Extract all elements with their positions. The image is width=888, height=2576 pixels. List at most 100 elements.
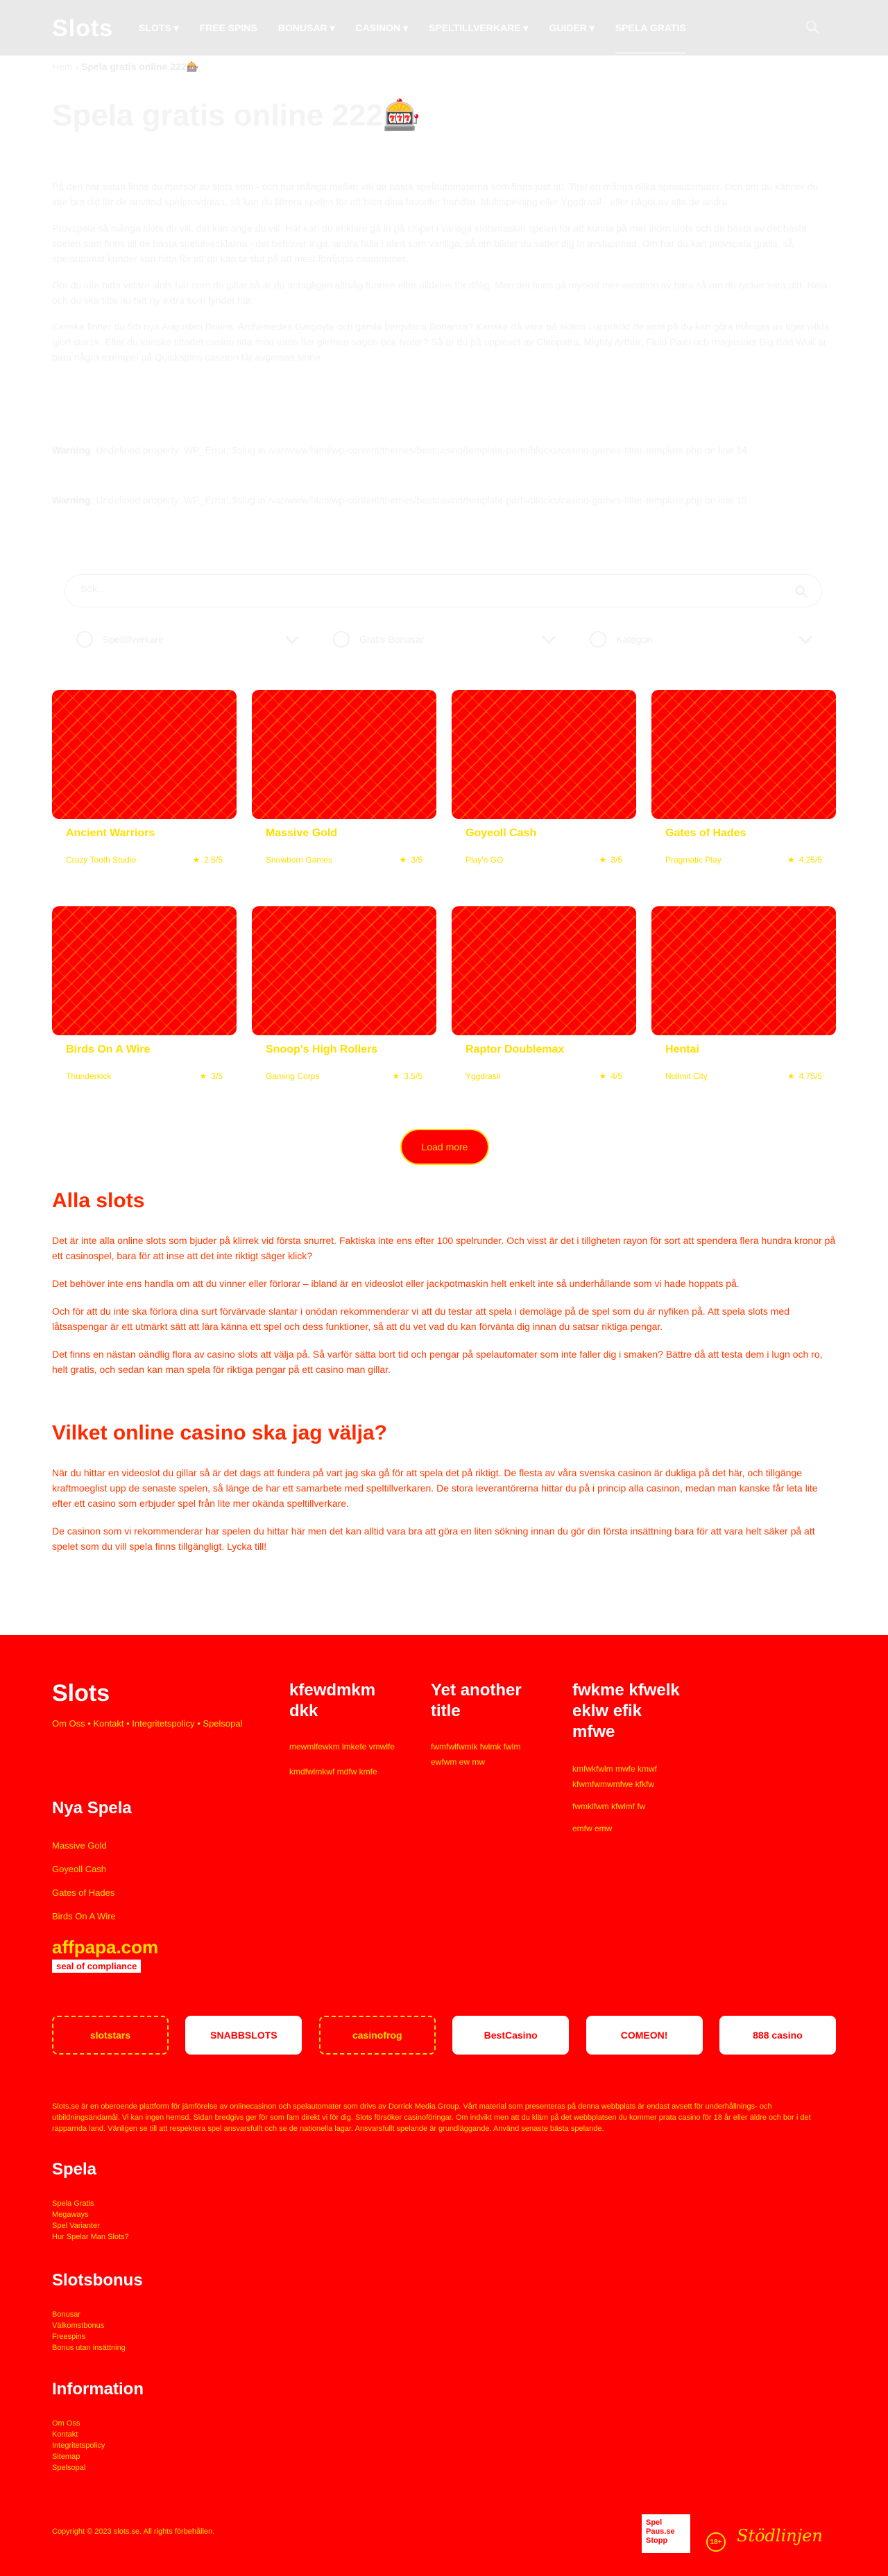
footer-col2-list: fwmfwlfwmlk fwlmk fwlm ewfwm ew mw [431, 1739, 542, 1770]
brand-logo[interactable]: SNABBSLOTS [185, 2016, 302, 2055]
game-title[interactable]: Goyeoll Cash [466, 827, 536, 840]
game-title[interactable]: Snoop's High Rollers [266, 1044, 377, 1056]
brand-logo[interactable]: BestCasino [452, 2016, 570, 2055]
game-title[interactable]: Ancient Warriors [66, 827, 155, 840]
game-title[interactable]: Gates of Hades [665, 827, 746, 840]
footer-spela-title: Spela [52, 2160, 97, 2179]
gift-icon [333, 631, 350, 648]
site-logo[interactable]: Slots [52, 15, 113, 42]
footer-link[interactable]: Spelsopal [52, 2462, 105, 2473]
footer-link[interactable]: fwmklfwm kfwlmf fw [572, 1799, 683, 1814]
footer-link[interactable]: Bonusar [52, 2309, 126, 2320]
brand-logo[interactable]: slotstars [52, 2016, 169, 2055]
affpapa-name: affpapa.com [52, 1937, 159, 1957]
footer-link[interactable]: emfw emw [572, 1821, 683, 1836]
nav-item-guider[interactable]: GUIDER ▾ [549, 22, 594, 34]
footer-link[interactable]: Massive Gold [52, 1834, 116, 1858]
nav-item-free-spins[interactable]: FREE SPINS [200, 22, 257, 33]
footer-link[interactable]: Goyeoll Cash [52, 1858, 116, 1881]
chevron-down-icon [799, 630, 812, 644]
affpapa-seal[interactable]: affpapa.com seal of compliance [52, 1937, 162, 1978]
game-provider: Crazy Tooth Studio [66, 855, 137, 865]
footer-col2-title: Yet another title [431, 1681, 522, 1720]
footer-col1-list: mewmlfewkm lmkefe vmwlfe kmdfwlmkwf mdfw… [289, 1739, 400, 1779]
footer-link[interactable]: mewmlfewkm lmkefe vmwlfe [289, 1739, 400, 1754]
section-title-vilket-casino: Vilket online casino ska jag välja? [52, 1421, 387, 1444]
warning-label: Warning [52, 494, 91, 505]
filter-label: Speltillverkare [103, 634, 164, 645]
footer-link[interactable]: Birds On A Wire [52, 1905, 116, 1928]
footer-link[interactable]: kmfwkfwlm mwfe kmwf kfwmfwmwmfwe kfkfw [572, 1761, 683, 1792]
php-warning: Warning: Undefined property: WP_Error::$… [52, 492, 836, 508]
game-provider: Thunderkick [66, 1071, 112, 1081]
nav-item-casinon[interactable]: CASINON ▾ [356, 22, 408, 34]
game-provider: Pragmatic Play [665, 855, 722, 865]
footer-link[interactable]: Bonus utan insättning [52, 2342, 126, 2353]
game-thumbnail[interactable] [52, 906, 237, 1035]
search-icon[interactable] [794, 584, 809, 599]
game-card[interactable]: Hentai Nolimit City ★ 4.75/5 [651, 906, 836, 1116]
game-card[interactable]: Gates of Hades Pragmatic Play ★ 4.25/5 [651, 690, 836, 899]
game-thumbnail[interactable] [252, 690, 436, 819]
game-title[interactable]: Massive Gold [266, 827, 337, 840]
game-thumbnail[interactable] [651, 690, 836, 819]
game-thumbnail[interactable] [452, 906, 636, 1035]
game-thumbnail[interactable] [252, 906, 436, 1035]
load-more-button[interactable]: Load more [400, 1129, 489, 1165]
breadcrumb-home[interactable]: Hem [52, 61, 73, 72]
footer-link[interactable]: Freespins [52, 2331, 126, 2342]
game-card[interactable]: Snoop's High Rollers Gaming Corps ★ 3.5/5 [252, 906, 436, 1116]
footer-link[interactable]: Välkomstbonus [52, 2320, 126, 2331]
footer-col1-title: kfewdmkm dkk [289, 1681, 376, 1720]
footer-link[interactable]: kmdfwlmkwf mdfw kmfe [289, 1764, 400, 1779]
game-card[interactable]: Ancient Warriors Crazy Tooth Studio ★ 2.5… [52, 690, 237, 899]
game-card[interactable]: Raptor Doublemax Yggdrasil ★ 4/5 [452, 906, 636, 1116]
footer-link[interactable]: fwmfwlfwmlk fwlmk fwlm ewfwm ew mw [431, 1739, 542, 1770]
footer-link[interactable]: Spela Gratis [52, 2198, 129, 2209]
brand-logo[interactable]: casinofrog [318, 2016, 436, 2055]
chevron-down-icon [542, 630, 556, 644]
nav-item-slots[interactable]: SLOTS ▾ [139, 22, 179, 34]
footer-logo[interactable]: Slots [52, 1680, 110, 1707]
footer-link[interactable]: Om Oss [52, 2418, 105, 2429]
footer-link[interactable]: Integritetspolicy [52, 2440, 105, 2451]
game-thumbnail[interactable] [651, 906, 836, 1035]
footer-link[interactable]: Gates of Hades [52, 1881, 116, 1905]
spelpaus-logo[interactable]: Spel Paus.se Stopp [642, 2514, 690, 2553]
brand-logo[interactable]: COMEON! [586, 2016, 703, 2055]
game-card[interactable]: Birds On A Wire Thunderkick ★ 3/5 [52, 906, 237, 1116]
nav-item-spela-gratis[interactable]: SPELA GRATIS [615, 1, 686, 54]
game-title[interactable]: Raptor Doublemax [466, 1044, 564, 1056]
search-icon[interactable] [805, 19, 820, 35]
footer-link[interactable]: Hur Spelar Man Slots? [52, 2231, 129, 2242]
footer-link[interactable]: Kontakt [52, 2429, 105, 2440]
nav-item-speltillverkare[interactable]: SPELTILLVERKARE ▾ [429, 22, 528, 34]
breadcrumb: Hem › Spela gratis online 222🎰 [52, 61, 198, 73]
game-card[interactable]: Massive Gold Snowborn Games ★ 3/5 [252, 690, 436, 899]
footer-top-links[interactable]: Om Oss • Kontakt • Integritetspolicy • S… [52, 1718, 243, 1729]
section-title-alla-slots: Alla slots [52, 1189, 145, 1212]
filter-speltillverkare[interactable]: Speltillverkare [76, 624, 305, 655]
nav-item-bonusar[interactable]: BONUSAR ▾ [278, 22, 335, 34]
stodlinjen-logo[interactable]: Stödlinjen [737, 2526, 823, 2545]
game-rating: ★ 2.5/5 [193, 855, 223, 865]
game-title[interactable]: Hentai [665, 1044, 699, 1056]
game-thumbnail[interactable] [452, 690, 636, 819]
intro-text: På den här sidan finns du massor av slot… [52, 179, 836, 376]
footer-link[interactable]: Spel Varianter [52, 2220, 129, 2231]
game-thumbnail[interactable] [52, 690, 237, 819]
filter-kategori[interactable]: Kategori [590, 624, 819, 655]
star-icon: ★ [599, 1071, 607, 1081]
filter-gratis-bonusar[interactable]: Gratis Bonusar [333, 624, 562, 655]
category-icon [590, 631, 606, 648]
brand-logo[interactable]: 888 casino [719, 2016, 836, 2055]
footer-link[interactable]: Megaways [52, 2209, 129, 2220]
game-provider: Play'n GO [466, 855, 504, 865]
age-limit-icon: 18+ [706, 2532, 726, 2552]
game-title[interactable]: Birds On A Wire [66, 1044, 150, 1056]
footer-link[interactable]: Sitemap [52, 2451, 105, 2462]
game-card[interactable]: Goyeoll Cash Play'n GO ★ 3/5 [452, 690, 636, 899]
body-paragraph: Det behöver inte ens handla om att du vi… [52, 1278, 740, 1289]
game-search-input[interactable] [80, 583, 705, 594]
body-paragraph: När du hittar en videoslot du gillar så … [52, 1467, 818, 1509]
